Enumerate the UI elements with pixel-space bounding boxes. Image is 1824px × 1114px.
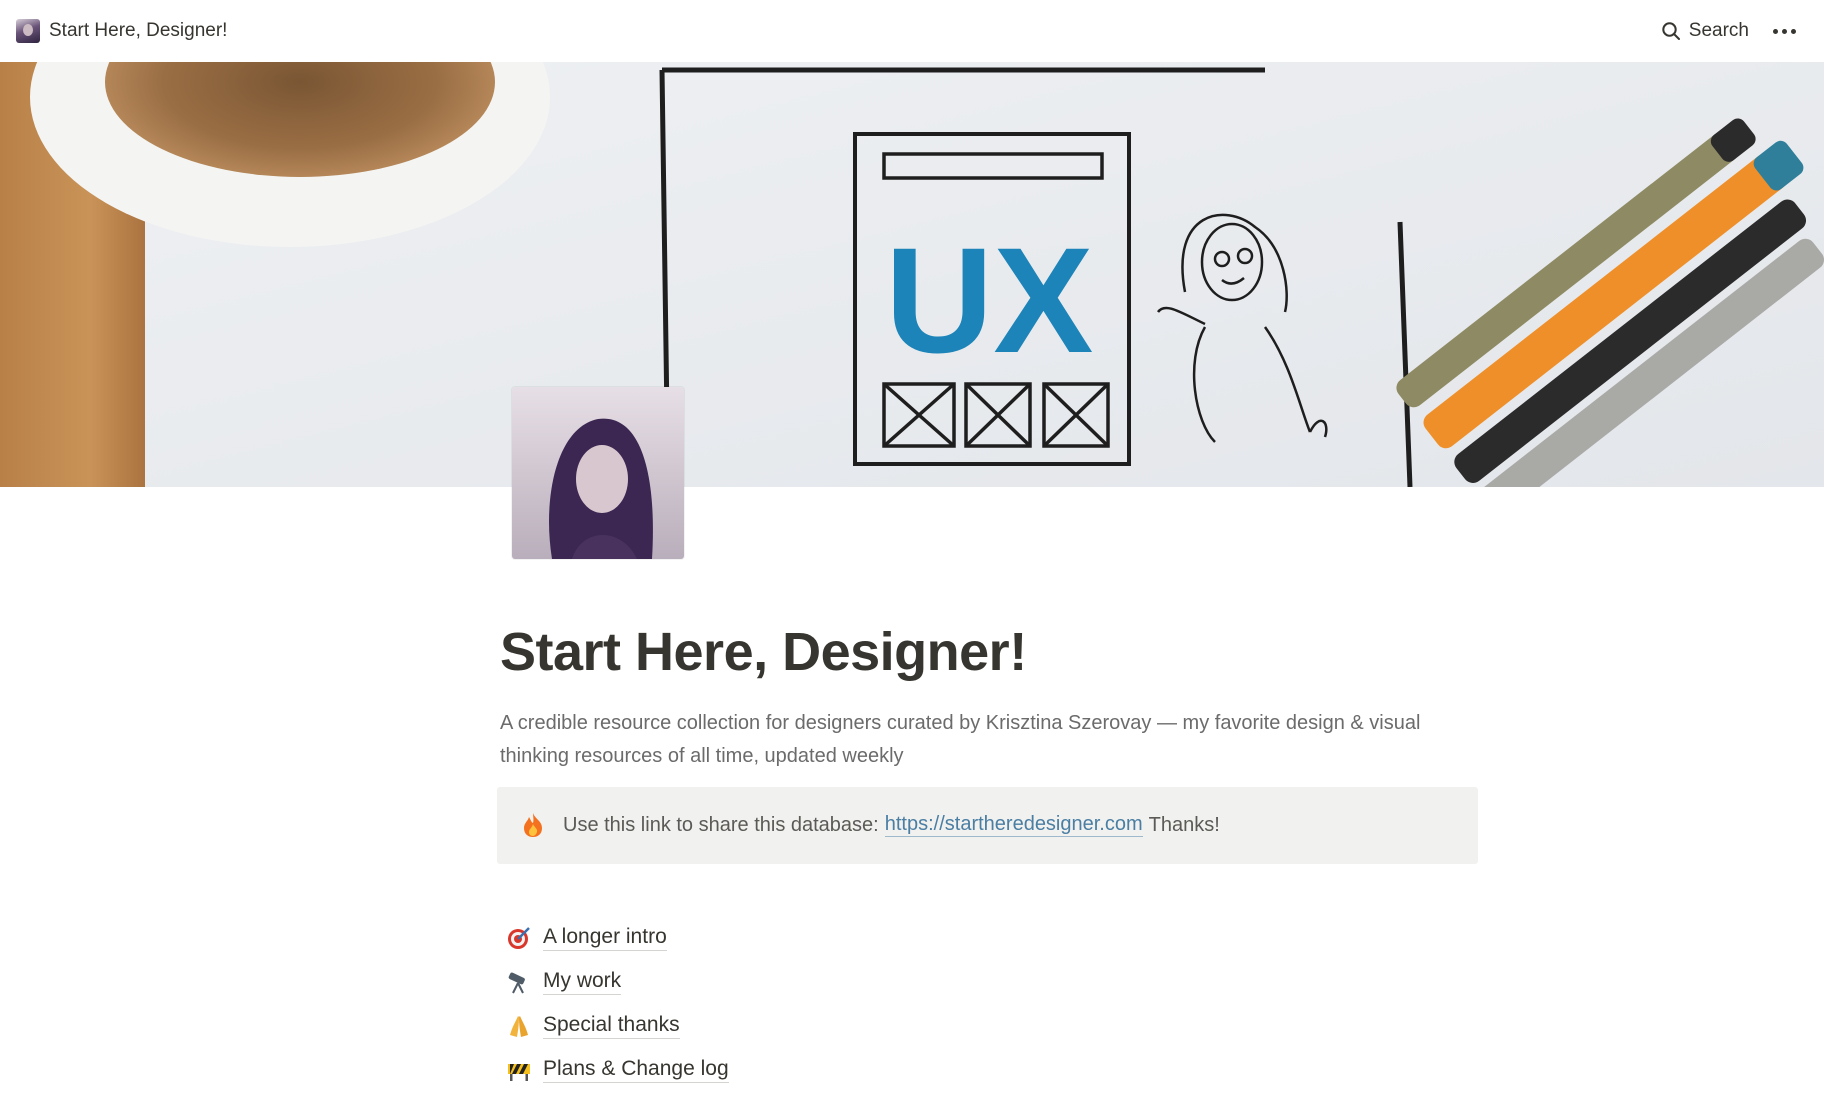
link-my-work[interactable]: My work (500, 960, 1480, 1004)
link-label: My work (543, 968, 622, 996)
top-bar: Start Here, Designer! Search (0, 0, 1824, 62)
callout-text-after: Thanks! (1148, 813, 1220, 836)
more-dot-icon (1782, 28, 1787, 34)
dart-target-icon (504, 923, 534, 953)
page-links-list: A longer intro My work Special thanks Pl… (500, 916, 1480, 1092)
page-title[interactable]: Start Here, Designer! (500, 620, 1480, 685)
link-plans-change-log[interactable]: Plans & Change log (500, 1048, 1480, 1092)
more-options-button[interactable] (1771, 25, 1798, 38)
link-label: Plans & Change log (543, 1056, 729, 1084)
cover-illustration: UX (0, 62, 1824, 487)
page-description: A credible resource collection for desig… (500, 711, 1421, 767)
link-special-thanks[interactable]: Special thanks (500, 1004, 1480, 1048)
cover-ux-text: UX (885, 216, 1093, 384)
more-dot-icon (1791, 28, 1796, 34)
breadcrumb[interactable]: Start Here, Designer! (16, 19, 227, 43)
link-label: Special thanks (543, 1012, 680, 1040)
construction-sign-icon (504, 1055, 534, 1085)
page-portrait-avatar[interactable] (512, 387, 684, 559)
top-actions: Search (1661, 20, 1798, 42)
callout-text-before: Use this link to share this database: (563, 813, 879, 836)
portrait-image (512, 387, 684, 559)
cover-image: UX (0, 62, 1824, 487)
search-button[interactable]: Search (1661, 20, 1749, 42)
share-link[interactable]: https://startheredesigner.com (884, 813, 1143, 838)
page-content: Start Here, Designer! A credible resourc… (497, 620, 1480, 1092)
search-icon (1662, 22, 1680, 40)
more-dot-icon (1773, 28, 1778, 34)
breadcrumb-title: Start Here, Designer! (49, 20, 228, 41)
search-label: Search (1688, 20, 1749, 41)
link-a-longer-intro[interactable]: A longer intro (500, 916, 1480, 960)
link-label: A longer intro (543, 924, 667, 952)
folded-hands-icon (504, 1011, 534, 1041)
fire-icon (519, 811, 547, 839)
share-callout: Use this link to share this database: ht… (497, 786, 1478, 864)
page-avatar-icon (16, 19, 40, 43)
telescope-icon (504, 967, 534, 997)
